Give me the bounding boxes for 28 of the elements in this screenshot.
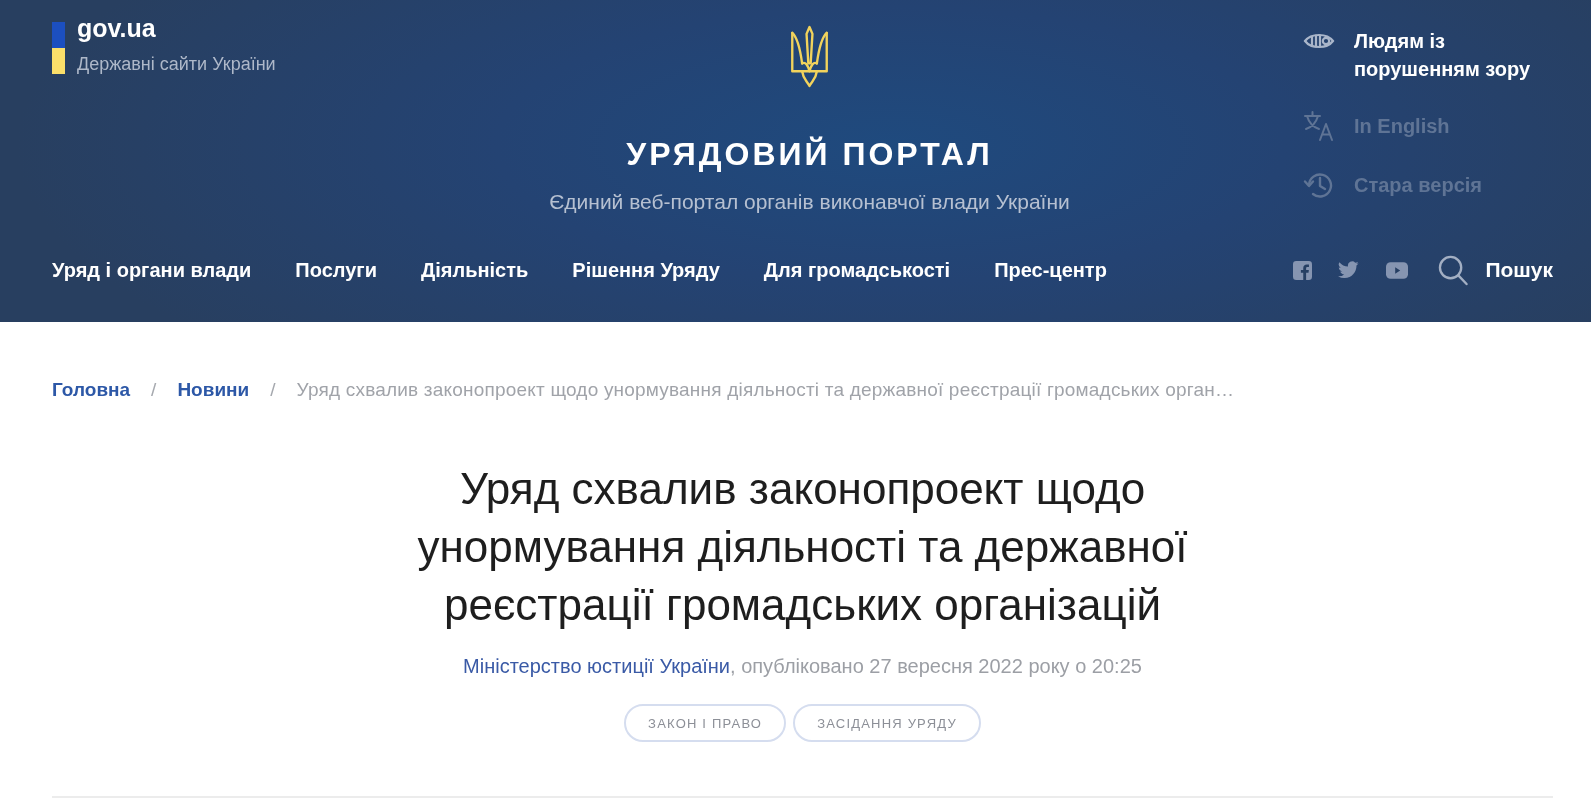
- source-link[interactable]: Міністерство юстиції України: [463, 655, 731, 677]
- accessibility-link[interactable]: Людям із порушенням зору: [1303, 27, 1553, 83]
- nav-link[interactable]: Діяльність: [421, 258, 529, 282]
- facebook-icon[interactable]: [1293, 260, 1313, 280]
- breadcrumb-current: Уряд схвалив законопроект щодо унормування діяльності та державної реєстрації громадських орган…: [296, 378, 1235, 402]
- breadcrumb-separator: /: [151, 378, 157, 402]
- nav-link[interactable]: Послуги: [295, 258, 377, 282]
- breadcrumb-link[interactable]: Головна: [52, 378, 131, 402]
- translate-icon: [1303, 110, 1335, 142]
- search-icon: [1438, 254, 1469, 286]
- eye-icon: [1303, 31, 1335, 51]
- article-title: Уряд схвалив законопроект щодо унормування діяльності та державної реєстрації громадських організацій: [416, 463, 1189, 631]
- youtube-icon[interactable]: [1386, 261, 1409, 279]
- nav-link[interactable]: Для громадськості: [763, 258, 951, 282]
- breadcrumb-link[interactable]: Новини: [177, 378, 250, 402]
- twitter-icon[interactable]: [1338, 261, 1360, 279]
- trident-icon: [789, 25, 830, 88]
- logo-tagline: Державні сайти України: [77, 53, 276, 75]
- site-logo-link[interactable]: gov.ua: [77, 15, 156, 41]
- nav-link[interactable]: Прес-центр: [994, 258, 1107, 282]
- portal-subtitle: Єдиний веб-портал органів виконавчої влади України: [549, 190, 1070, 214]
- nav-link[interactable]: Рішення Уряду: [572, 258, 720, 282]
- article-meta: Міністерство юстиції України, опубліковано 27 вересня 2022 року о 20:25: [463, 654, 1142, 678]
- search-button[interactable]: Пошук: [1438, 254, 1553, 286]
- breadcrumb-separator: /: [270, 378, 276, 402]
- flag-icon: [52, 22, 65, 74]
- nav-link[interactable]: Уряд і органи влади: [52, 258, 252, 282]
- portal-title: УРЯДОВИЙ ПОРТАЛ: [626, 135, 993, 174]
